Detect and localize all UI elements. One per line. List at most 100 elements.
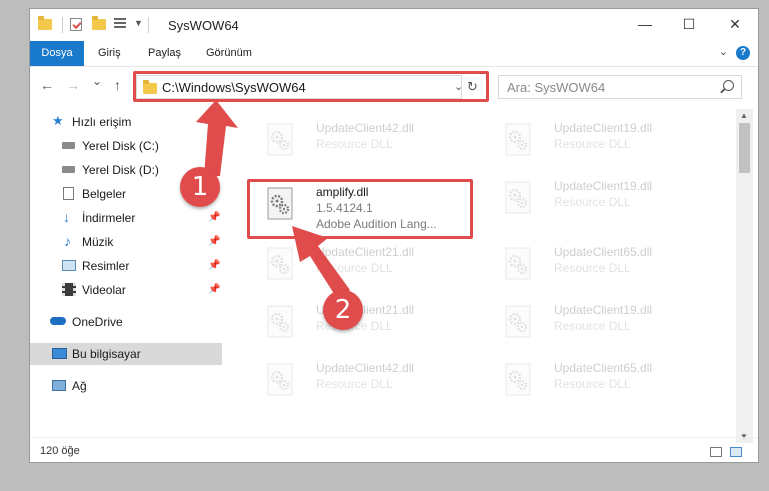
- file-type: Resource DLL: [316, 137, 393, 151]
- window-title: SysWOW64: [168, 18, 239, 33]
- file-type: Resource DLL: [554, 319, 631, 333]
- callout-badge-1: 1: [180, 167, 220, 207]
- sidebar-item-this-pc[interactable]: Bu bilgisayar: [30, 343, 222, 365]
- pin-icon[interactable]: 📌: [208, 135, 220, 157]
- selected-file-highlight-box: [247, 179, 473, 239]
- sidebar-item-label: Hızlı erişim: [72, 115, 132, 129]
- details-view-icon[interactable]: [710, 447, 722, 457]
- list-item[interactable]: UpdateClient65.dll Resource DLL: [486, 239, 716, 289]
- sidebar-item-pictures[interactable]: Resimler 📌: [30, 255, 222, 277]
- customize-qat-icon[interactable]: [114, 18, 128, 30]
- dll-file-icon: [504, 123, 534, 157]
- pin-icon[interactable]: 📌: [208, 255, 220, 277]
- forward-button[interactable]: →: [66, 77, 80, 93]
- sidebar-item-network[interactable]: Ağ: [30, 375, 222, 397]
- tab-view[interactable]: Görünüm: [206, 41, 252, 66]
- vertical-scrollbar[interactable]: ▲ ▼: [736, 109, 753, 443]
- file-type: Resource DLL: [554, 261, 631, 275]
- scroll-thumb[interactable]: [739, 123, 750, 173]
- maximize-button[interactable]: ☐: [666, 9, 712, 39]
- list-item[interactable]: UpdateClient65.dll Resource DLL: [486, 355, 716, 405]
- sidebar-item-downloads[interactable]: ↓ İndirmeler 📌: [30, 207, 222, 229]
- file-name: UpdateClient42.dll: [316, 361, 415, 375]
- refresh-icon[interactable]: ↻: [467, 79, 478, 95]
- download-icon: ↓: [63, 209, 70, 225]
- status-bar: 120 öğe: [30, 437, 758, 462]
- file-type: Resource DLL: [316, 261, 393, 275]
- sidebar-item-label: Belgeler: [82, 187, 127, 201]
- computer-icon: [52, 348, 67, 359]
- minimize-button[interactable]: —: [622, 9, 668, 39]
- sidebar-item-music[interactable]: ♪ Müzik 📌: [30, 231, 222, 253]
- network-icon: [52, 380, 66, 391]
- file-name: UpdateClient21.dll: [316, 245, 415, 259]
- sidebar-item-onedrive[interactable]: OneDrive: [30, 311, 222, 333]
- documents-icon: [63, 187, 74, 200]
- qat-dropdown-icon[interactable]: ▼: [134, 18, 143, 28]
- tab-file[interactable]: Dosya: [30, 41, 84, 66]
- recent-locations-button[interactable]: ⌄: [92, 74, 102, 88]
- file-name: UpdateClient65.dll: [554, 361, 653, 375]
- sidebar-item-label: Yerel Disk (D:): [82, 163, 159, 177]
- list-item[interactable]: UpdateClient19.dll Resource DLL: [486, 115, 716, 165]
- file-type: Resource DLL: [554, 377, 631, 391]
- list-item[interactable]: UpdateClient42.dll Resource DLL: [248, 115, 478, 165]
- divider: [148, 17, 149, 33]
- title-bar: ▼ SysWOW64 — ☐ ✕: [30, 9, 758, 41]
- tab-share[interactable]: Paylaş: [148, 41, 181, 66]
- tab-home[interactable]: Giriş: [98, 41, 121, 66]
- list-item[interactable]: UpdateClient21.dll Resource DLL: [248, 239, 478, 289]
- item-count: 120 öğe: [40, 445, 80, 457]
- sidebar-item-label: Resimler: [82, 259, 130, 273]
- file-name: UpdateClient42.dll: [316, 121, 415, 135]
- file-list: UpdateClient42.dll Resource DLL amplify.…: [228, 107, 736, 437]
- search-input[interactable]: Ara: SysWOW64: [498, 75, 742, 99]
- chevron-down-icon[interactable]: ⌄: [719, 45, 728, 58]
- sidebar-item-label: Videolar: [82, 283, 126, 297]
- new-folder-icon[interactable]: [92, 16, 106, 30]
- sidebar-item-label: Bu bilgisayar: [72, 347, 141, 361]
- list-item[interactable]: UpdateClient42.dll Resource DLL: [248, 355, 478, 405]
- pin-icon[interactable]: 📌: [208, 207, 220, 229]
- sidebar-item-label: İndirmeler: [82, 211, 136, 225]
- ribbon-tabs: Dosya Giriş Paylaş Görünüm ⌄ ?: [30, 41, 758, 67]
- dll-file-icon: [266, 305, 296, 339]
- divider: [62, 17, 63, 33]
- dll-file-icon: [504, 181, 534, 215]
- list-item[interactable]: UpdateClient19.dll Resource DLL: [486, 297, 716, 347]
- back-button[interactable]: ←: [40, 77, 54, 93]
- properties-icon[interactable]: [70, 18, 82, 31]
- pin-icon[interactable]: 📌: [208, 279, 220, 301]
- dll-file-icon: [266, 247, 296, 281]
- file-name: UpdateClient19.dll: [554, 121, 653, 135]
- file-name: UpdateClient19.dll: [554, 303, 653, 317]
- help-icon[interactable]: ?: [736, 46, 750, 60]
- file-name: UpdateClient65.dll: [554, 245, 653, 259]
- up-button[interactable]: ↑: [114, 77, 121, 93]
- navigation-bar: ← → ⌄ ↑ C:\Windows\SysWOW64 ⌄ ↻ Ara: Sys…: [30, 67, 758, 107]
- tiles-view-icon[interactable]: [730, 447, 742, 457]
- sidebar-item-disk-c[interactable]: Yerel Disk (C:) 📌: [30, 135, 222, 157]
- search-placeholder: Ara: SysWOW64: [507, 80, 606, 95]
- file-type: Resource DLL: [316, 377, 393, 391]
- sidebar-item-label: Müzik: [82, 235, 114, 249]
- explorer-window: ▼ SysWOW64 — ☐ ✕ Dosya Giriş Paylaş Görü…: [29, 8, 759, 463]
- pictures-icon: [62, 260, 76, 271]
- list-item[interactable]: UpdateClient21.dll Resource DLL: [248, 297, 478, 347]
- sidebar-item-videos[interactable]: Videolar 📌: [30, 279, 222, 301]
- star-icon: ★: [52, 113, 64, 128]
- address-highlight-box: [133, 71, 489, 102]
- cloud-icon: [50, 317, 66, 325]
- close-button[interactable]: ✕: [712, 9, 758, 39]
- list-item[interactable]: UpdateClient19.dll Resource DLL: [486, 173, 716, 223]
- dll-file-icon: [266, 123, 296, 157]
- callout-badge-2: 2: [323, 290, 363, 330]
- pin-icon[interactable]: 📌: [208, 231, 220, 253]
- dll-file-icon: [504, 363, 534, 397]
- sidebar-item-quick-access[interactable]: ★ Hızlı erişim: [30, 111, 222, 133]
- search-icon: [723, 80, 734, 91]
- sidebar-item-label: Yerel Disk (C:): [82, 139, 159, 153]
- scroll-up-icon[interactable]: ▲: [740, 111, 748, 120]
- navigation-pane: ★ Hızlı erişim Yerel Disk (C:) 📌 Yerel D…: [30, 111, 222, 431]
- music-icon: ♪: [64, 233, 71, 249]
